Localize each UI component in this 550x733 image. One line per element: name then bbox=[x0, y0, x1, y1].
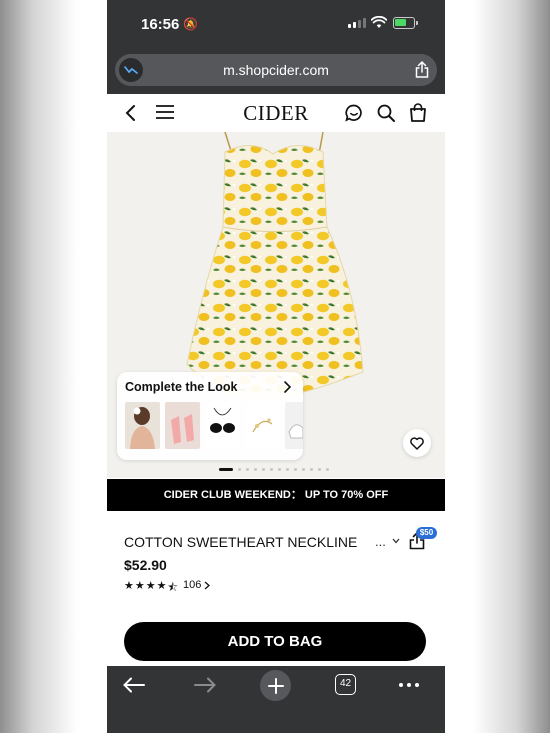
phone-screen: 16:56 🔕 m.shopcider.com CIDER Complete t… bbox=[107, 0, 445, 733]
star-icon: ⯪ bbox=[167, 582, 178, 594]
review-count[interactable]: 106 bbox=[183, 579, 201, 591]
carousel-dot[interactable] bbox=[246, 468, 249, 471]
carousel-dot[interactable] bbox=[302, 468, 305, 471]
wifi-icon bbox=[371, 16, 387, 28]
rating-stars: ★ ★ ★ ★ ⯪ bbox=[124, 579, 178, 598]
tabs-icon[interactable]: 42 bbox=[335, 674, 356, 695]
carousel-dot[interactable] bbox=[294, 468, 297, 471]
chevron-right-icon[interactable] bbox=[283, 381, 291, 393]
bell-slash-icon: 🔕 bbox=[183, 17, 198, 31]
forward-arrow-icon[interactable] bbox=[194, 677, 216, 693]
search-icon[interactable] bbox=[377, 104, 395, 122]
look-item-sandals[interactable] bbox=[165, 402, 200, 449]
back-arrow-icon[interactable] bbox=[123, 677, 145, 693]
promo-banner[interactable]: CIDER CLUB WEEKEND： UP TO 70% OFF bbox=[107, 479, 445, 511]
carousel-dot[interactable] bbox=[326, 468, 329, 471]
carousel-dot[interactable] bbox=[254, 468, 257, 471]
carousel-indicator bbox=[219, 468, 329, 471]
heart-icon bbox=[410, 436, 424, 450]
star-icon: ★ bbox=[124, 580, 134, 592]
product-image-carousel[interactable]: Complete the Look bbox=[107, 132, 445, 478]
more-options[interactable]: ... bbox=[375, 534, 386, 549]
carousel-dot[interactable] bbox=[270, 468, 273, 471]
add-to-bag-button[interactable]: ADD TO BAG bbox=[124, 622, 426, 661]
star-icon: ★ bbox=[134, 580, 145, 592]
wishlist-button[interactable] bbox=[403, 429, 431, 457]
web-content: CIDER Complete the Look CIDER CLUB WEEKE… bbox=[107, 94, 445, 666]
look-item-shoe[interactable] bbox=[285, 402, 303, 449]
carousel-dot[interactable] bbox=[278, 468, 281, 471]
battery-nub bbox=[416, 21, 418, 25]
url-bar[interactable]: m.shopcider.com bbox=[115, 54, 437, 86]
bag-icon[interactable] bbox=[409, 103, 427, 122]
complete-the-look-card[interactable]: Complete the Look bbox=[117, 372, 303, 460]
new-tab-button[interactable] bbox=[260, 670, 291, 701]
status-time: 16:56 bbox=[141, 16, 180, 33]
chat-icon[interactable] bbox=[345, 104, 363, 122]
chevron-right-icon[interactable] bbox=[204, 581, 210, 590]
complete-look-title: Complete the Look bbox=[125, 380, 238, 394]
signal-icon bbox=[348, 18, 366, 28]
look-item-bra[interactable] bbox=[205, 402, 240, 449]
carousel-dot[interactable] bbox=[219, 468, 233, 471]
status-bar: 16:56 🔕 bbox=[107, 0, 445, 50]
carousel-dot[interactable] bbox=[310, 468, 313, 471]
plus-icon bbox=[267, 677, 284, 694]
product-title: COTTON SWEETHEART NECKLINE bbox=[124, 534, 358, 550]
look-item-jewelry[interactable] bbox=[245, 402, 280, 449]
browser-toolbar: 42 bbox=[107, 666, 445, 733]
carousel-dot[interactable] bbox=[238, 468, 241, 471]
star-icon: ★ bbox=[145, 580, 156, 592]
carousel-dot[interactable] bbox=[318, 468, 321, 471]
more-icon[interactable] bbox=[399, 683, 419, 687]
url-text[interactable]: m.shopcider.com bbox=[115, 62, 437, 78]
battery-icon bbox=[393, 17, 415, 29]
star-icon: ★ bbox=[156, 580, 167, 592]
carousel-dot[interactable] bbox=[262, 468, 265, 471]
look-thumbnails bbox=[125, 402, 303, 449]
chevron-down-icon[interactable] bbox=[392, 538, 400, 544]
carousel-dot[interactable] bbox=[286, 468, 289, 471]
coupon-badge[interactable]: $50 bbox=[416, 527, 437, 539]
site-header: CIDER bbox=[107, 94, 445, 132]
product-price: $52.90 bbox=[124, 557, 167, 573]
share-icon[interactable] bbox=[415, 61, 429, 78]
look-item-model[interactable] bbox=[125, 402, 160, 449]
